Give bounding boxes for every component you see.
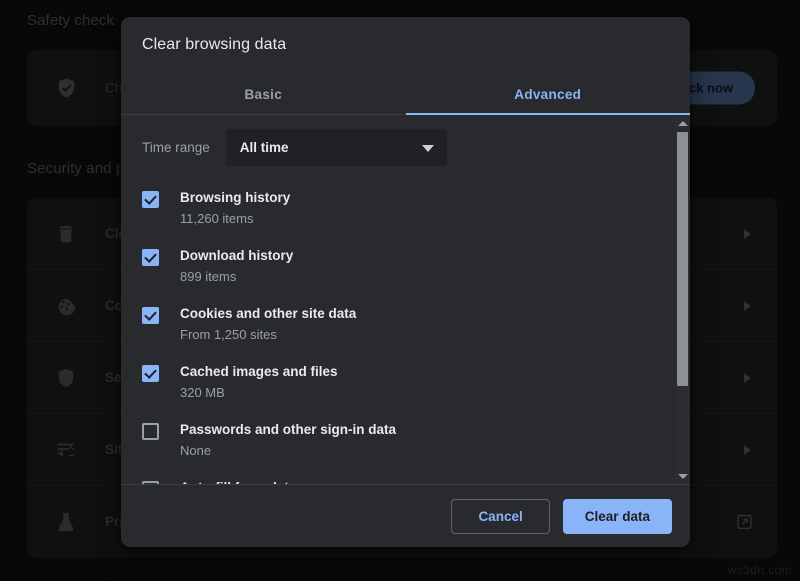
cancel-button[interactable]: Cancel	[451, 499, 549, 534]
checkbox-item-text: Cached images and files 320 MB	[180, 362, 338, 403]
dialog-tabs: Basic Advanced	[121, 75, 690, 115]
time-range-value: All time	[240, 140, 289, 155]
checkbox-checked-icon[interactable]	[142, 365, 159, 382]
checkbox-title: Download history	[180, 246, 293, 266]
tab-advanced[interactable]: Advanced	[406, 75, 691, 114]
checkbox-item-text: Browsing history 11,260 items	[180, 188, 290, 229]
checkbox-item-browsing-history[interactable]: Browsing history 11,260 items	[121, 188, 690, 229]
checkbox-item-cached-images[interactable]: Cached images and files 320 MB	[121, 362, 690, 403]
checkbox-item-text: Download history 899 items	[180, 246, 293, 287]
checkbox-item-text: Cookies and other site data From 1,250 s…	[180, 304, 356, 345]
data-type-checkbox-list: Browsing history 11,260 items Download h…	[121, 188, 690, 484]
checkbox-checked-icon[interactable]	[142, 249, 159, 266]
checkbox-title: Cached images and files	[180, 362, 338, 382]
dialog-footer: Cancel Clear data	[121, 484, 690, 547]
checkbox-title: Passwords and other sign-in data	[180, 420, 396, 440]
tab-basic[interactable]: Basic	[121, 75, 406, 114]
checkbox-detail: 320 MB	[180, 383, 338, 403]
scrollbar-thumb[interactable]	[677, 132, 688, 386]
checkbox-checked-icon[interactable]	[142, 307, 159, 324]
checkbox-checked-icon[interactable]	[142, 191, 159, 208]
checkbox-item-download-history[interactable]: Download history 899 items	[121, 246, 690, 287]
chevron-down-icon	[422, 145, 434, 152]
checkbox-detail: From 1,250 sites	[180, 325, 356, 345]
checkbox-item-passwords[interactable]: Passwords and other sign-in data None	[121, 420, 690, 461]
watermark: ws3dn.com	[728, 563, 792, 577]
scroll-down-arrow-icon[interactable]	[678, 474, 688, 479]
dialog-scrollbar[interactable]	[675, 116, 690, 484]
checkbox-unchecked-icon[interactable]	[142, 423, 159, 440]
time-range-label: Time range	[142, 140, 210, 155]
checkbox-item-cookies[interactable]: Cookies and other site data From 1,250 s…	[121, 304, 690, 345]
dialog-content: Time range All time Browsing history 11,…	[121, 116, 690, 484]
time-range-row: Time range All time	[142, 129, 447, 166]
checkbox-detail: 899 items	[180, 267, 293, 287]
checkbox-detail: 11,260 items	[180, 209, 290, 229]
clear-browsing-data-dialog: Clear browsing data Basic Advanced Time …	[121, 17, 690, 547]
time-range-select[interactable]: All time	[226, 129, 447, 166]
scroll-up-arrow-icon[interactable]	[678, 121, 688, 126]
dialog-title: Clear browsing data	[142, 36, 286, 54]
checkbox-item-text: Passwords and other sign-in data None	[180, 420, 396, 461]
checkbox-title: Cookies and other site data	[180, 304, 356, 324]
checkbox-detail: None	[180, 441, 396, 461]
checkbox-title: Browsing history	[180, 188, 290, 208]
clear-data-button[interactable]: Clear data	[563, 499, 672, 534]
